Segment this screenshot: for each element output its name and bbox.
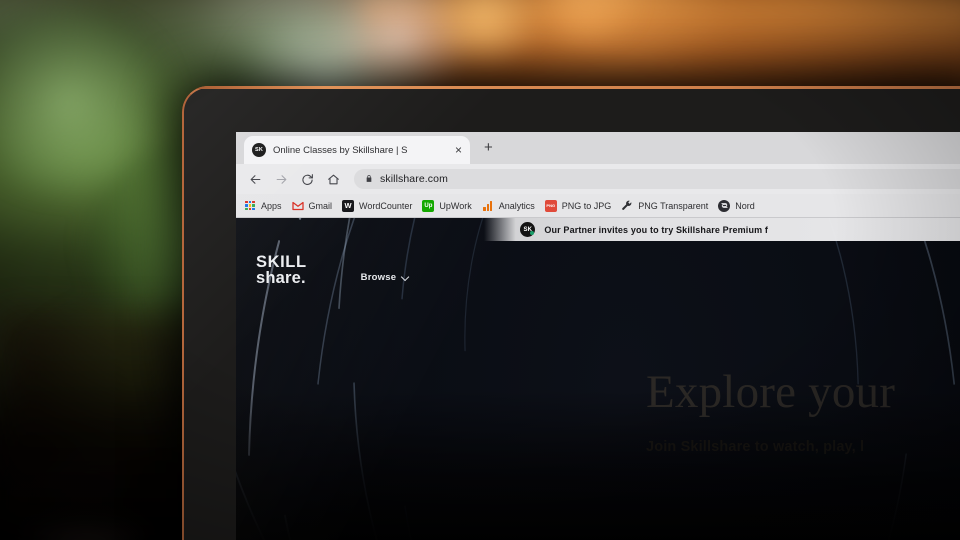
reload-icon[interactable] [294,166,320,192]
forward-icon[interactable] [268,166,294,192]
browser-tab-skillshare[interactable]: SK Online Classes by Skillshare | S × [244,136,470,164]
close-icon[interactable]: × [455,144,462,156]
browser-chrome: SK Online Classes by Skillshare | S × + [236,132,960,218]
bookmark-label: Nord [735,200,755,211]
bookmark-label: PNG Transparent [638,200,709,211]
apps-grid-icon [244,200,256,212]
bookmark-label: Apps [261,200,282,211]
bookmark-png-to-jpg[interactable]: PNG PNG to JPG [543,199,620,212]
bookmark-label: WordCounter [359,200,413,211]
hero-section: Explore your Join Skillshare to watch, p… [646,366,960,456]
wrench-icon [621,200,633,212]
hero-heading: Explore your [646,366,896,418]
tab-strip: SK Online Classes by Skillshare | S × + [236,132,960,164]
laptop-copper-edge [182,86,960,89]
nordvpn-icon [718,199,731,212]
address-bar[interactable]: skillshare.com [354,169,960,189]
laptop-screen: SK Online Classes by Skillshare | S × + [236,132,960,540]
analytics-bars-icon [482,200,494,212]
upwork-icon: Up [422,199,435,212]
bookmark-apps[interactable]: Apps [242,200,290,212]
skillshare-logo[interactable]: SKILL share. [256,253,307,288]
back-icon[interactable] [242,166,268,192]
photo-scene: SK Online Classes by Skillshare | S × + [0,0,960,540]
bookmark-label: PNG to JPG [561,200,612,211]
logo-line-1: SKILL [256,253,307,271]
url-text: skillshare.com [380,173,448,185]
browser-toolbar: skillshare.com [236,164,960,194]
partner-banner[interactable]: SK Our Partner invites you to try Skills… [484,218,960,241]
new-tab-button[interactable]: + [484,140,493,155]
browse-label: Browse [360,272,397,284]
gmail-icon [291,200,304,212]
laptop-device: SK Online Classes by Skillshare | S × + [182,86,960,540]
hero-subheading: Join Skillshare to watch, play, l [646,439,865,456]
logo-line-2: share. [256,269,306,288]
bookmark-analytics[interactable]: Analytics [480,200,543,212]
tab-title: Online Classes by Skillshare | S [273,144,408,156]
home-icon[interactable] [320,166,346,192]
banner-text: Our Partner invites you to try Skillshar… [544,224,769,235]
png-to-jpg-icon: PNG [544,199,557,212]
tab-favicon-icon: SK [252,143,266,157]
bookmark-label: Analytics [498,200,535,211]
bookmark-gmail[interactable]: Gmail [290,200,341,212]
bookmark-wordcounter[interactable]: W WordCounter [340,199,420,212]
skillshare-homepage: SK Our Partner invites you to try Skills… [236,218,960,540]
bookmarks-bar: Apps Gmail W WordCounter Up UpWork Analy… [236,194,960,218]
bookmark-label: UpWork [439,200,472,211]
bookmark-upwork[interactable]: Up UpWork [420,199,479,212]
wordcounter-icon: W [342,199,355,212]
lock-icon [365,174,373,185]
bookmark-nord[interactable]: Nord [716,199,763,212]
site-navigation: SKILL share. Browse [256,253,410,288]
browse-dropdown[interactable]: Browse [360,272,410,286]
banner-avatar-icon: SK [520,222,536,237]
bookmark-label: Gmail [308,200,333,211]
bookmark-png-transparent[interactable]: PNG Transparent [619,200,716,212]
